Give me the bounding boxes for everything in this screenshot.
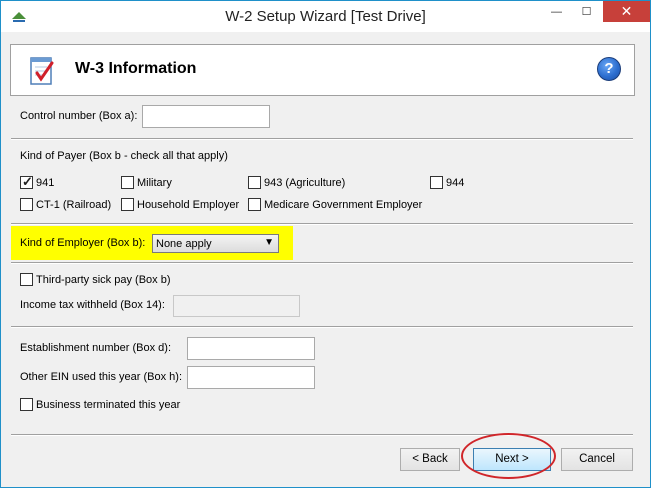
establishment-label: Establishment number (Box d): xyxy=(20,342,172,354)
checkbox-military-label: Military xyxy=(137,177,172,189)
checkbox-944-label: 944 xyxy=(446,177,465,189)
employer-select[interactable]: None apply ▼ xyxy=(152,234,279,253)
ellipse-annotation xyxy=(461,433,556,479)
establishment-input[interactable] xyxy=(187,337,315,360)
divider xyxy=(11,434,633,436)
checkbox-ct1-label: CT-1 (Railroad) xyxy=(36,199,112,211)
checkbox-household[interactable] xyxy=(121,198,134,211)
payer-heading: Kind of Payer (Box b - check all that ap… xyxy=(20,150,228,162)
checkbox-household-label: Household Employer xyxy=(137,199,240,211)
income-tax-input[interactable] xyxy=(173,295,300,317)
checkbox-943-label: 943 (Agriculture) xyxy=(264,177,346,189)
divider xyxy=(11,326,633,328)
back-button[interactable]: < Back xyxy=(400,448,460,471)
checkbox-941[interactable]: ✓ xyxy=(20,174,33,189)
wizard-window: W-2 Setup Wizard [Test Drive] — ☐ ✕ W-3 … xyxy=(0,0,651,488)
checkbox-medicare-label: Medicare Government Employer xyxy=(264,199,423,211)
document-check-icon xyxy=(30,57,54,85)
minimize-icon[interactable]: — xyxy=(543,1,570,22)
maximize-icon[interactable]: ☐ xyxy=(573,1,600,22)
divider xyxy=(11,262,633,264)
divider xyxy=(11,223,633,225)
checkbox-medicare[interactable] xyxy=(248,198,261,211)
control-number-input[interactable] xyxy=(142,105,270,128)
income-tax-label: Income tax withheld (Box 14): xyxy=(20,299,165,311)
checkbox-third-party[interactable] xyxy=(20,273,33,286)
cancel-button[interactable]: Cancel xyxy=(561,448,633,471)
checkbox-944[interactable] xyxy=(430,176,443,189)
help-icon[interactable]: ? xyxy=(597,57,621,81)
checkbox-terminated[interactable] xyxy=(20,398,33,411)
chevron-down-icon: ▼ xyxy=(264,237,274,248)
checkbox-ct1[interactable] xyxy=(20,198,33,211)
checkbox-third-party-label: Third-party sick pay (Box b) xyxy=(36,274,171,286)
other-ein-label: Other EIN used this year (Box h): xyxy=(20,371,183,383)
checkbox-terminated-label: Business terminated this year xyxy=(36,399,181,411)
employer-select-value: None apply xyxy=(156,238,212,250)
page-title: W-3 Information xyxy=(75,60,197,77)
checkbox-943[interactable] xyxy=(248,176,261,189)
employer-label: Kind of Employer (Box b): xyxy=(20,237,146,249)
divider xyxy=(11,138,633,140)
checkbox-941-label: 941 xyxy=(36,177,55,189)
control-number-label: Control number (Box a): xyxy=(20,110,138,122)
close-icon[interactable]: ✕ xyxy=(603,1,650,22)
wizard-header: W-3 Information ? xyxy=(10,44,635,96)
title-bar: W-2 Setup Wizard [Test Drive] — ☐ ✕ xyxy=(1,1,650,32)
check-mark-icon: ✓ xyxy=(22,174,33,189)
other-ein-input[interactable] xyxy=(187,366,315,389)
checkbox-military[interactable] xyxy=(121,176,134,189)
